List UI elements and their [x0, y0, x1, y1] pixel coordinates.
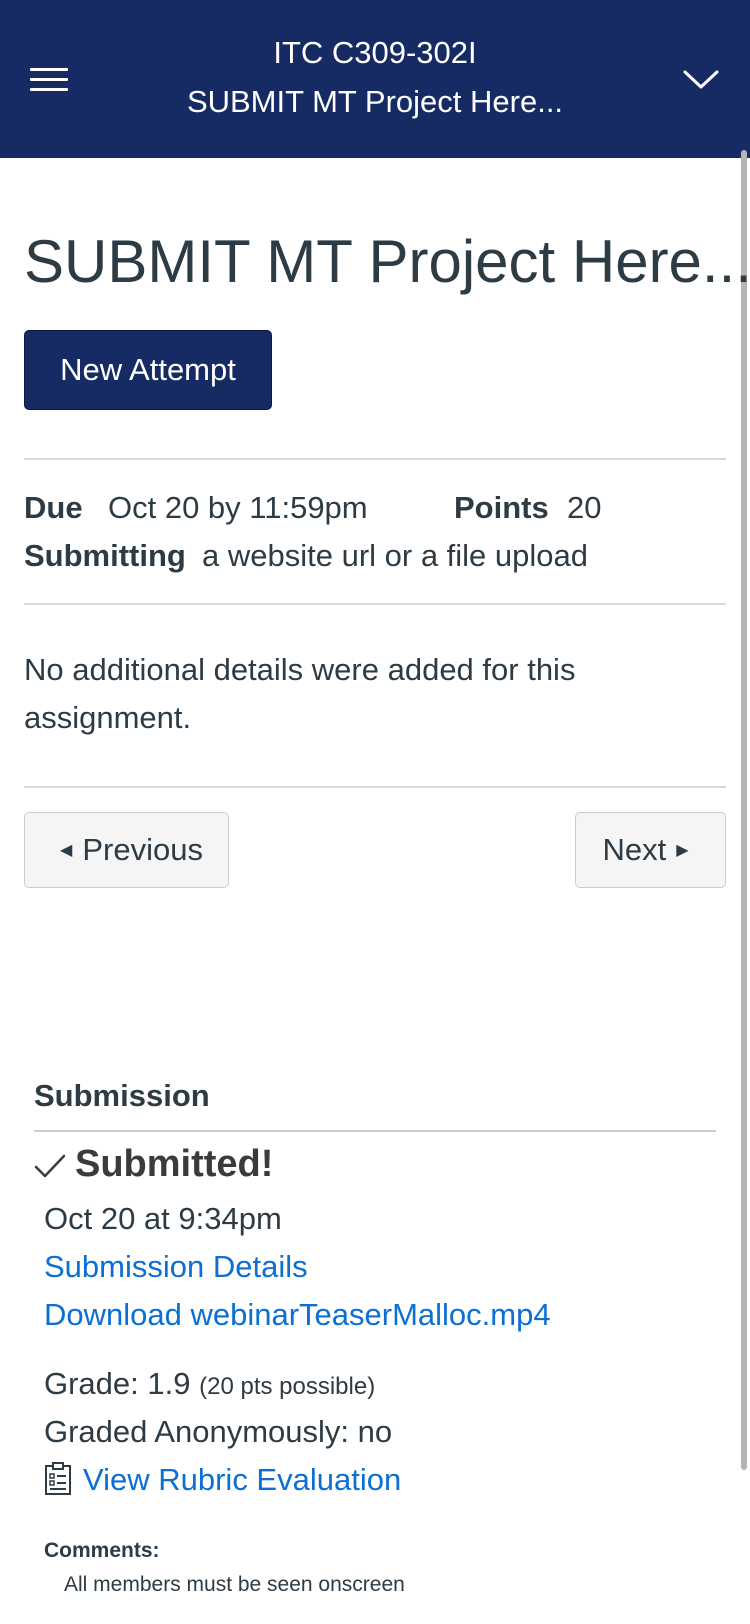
- previous-button[interactable]: ◀ Previous: [24, 812, 229, 888]
- view-rubric-link[interactable]: View Rubric Evaluation: [83, 1464, 401, 1495]
- next-button[interactable]: Next ▶: [575, 812, 726, 888]
- points-label: Points: [454, 490, 549, 525]
- previous-label: Previous: [82, 832, 203, 867]
- submission-status: Submitted!: [75, 1143, 274, 1185]
- submission-divider: [34, 1130, 716, 1132]
- submitting-label: Submitting: [24, 538, 186, 573]
- next-label: Next: [602, 832, 667, 867]
- grade-line: Grade: 1.9 (20 pts possible): [44, 1368, 375, 1399]
- checkmark-icon: [34, 1154, 66, 1178]
- clipboard-icon: [45, 1462, 71, 1495]
- scrollbar[interactable]: [741, 150, 747, 1470]
- header-assignment-title: SUBMIT MT Project Here...: [186, 84, 564, 119]
- submitting-value: a website url or a file upload: [202, 538, 589, 573]
- submitted-date: Oct 20 at 9:34pm: [44, 1201, 282, 1236]
- comment-text: All members must be seen onscreen: [64, 1573, 405, 1596]
- hamburger-icon[interactable]: [30, 66, 68, 94]
- divider: [24, 786, 726, 788]
- points-value: 20: [567, 490, 602, 525]
- submission-details-link[interactable]: Submission Details: [44, 1251, 308, 1282]
- download-file-link[interactable]: Download webinarTeaserMalloc.mp4: [44, 1299, 551, 1330]
- chevron-down-icon[interactable]: [682, 60, 720, 98]
- grade-possible: (20 pts possible): [199, 1373, 376, 1400]
- assignment-description: No additional details were added for thi…: [24, 652, 576, 735]
- due-label: Due: [24, 490, 83, 525]
- comments-label: Comments:: [44, 1539, 160, 1562]
- page: ITC C309-302I SUBMIT MT Project Here... …: [0, 0, 750, 1624]
- caret-left-icon: ◀: [60, 842, 73, 859]
- divider: [24, 458, 726, 460]
- due-value: Oct 20 by 11:59pm: [108, 490, 368, 525]
- submission-heading: Submission: [34, 1078, 210, 1113]
- new-attempt-button[interactable]: New Attempt: [24, 330, 272, 410]
- caret-right-icon: ▶: [676, 842, 689, 859]
- graded-anonymously: Graded Anonymously: no: [44, 1414, 393, 1449]
- header-course-title: ITC C309-302I: [273, 35, 477, 70]
- grade-value: Grade: 1.9: [44, 1366, 191, 1401]
- divider: [24, 603, 726, 605]
- top-header: ITC C309-302I SUBMIT MT Project Here...: [0, 0, 750, 158]
- page-title: SUBMIT MT Project Here...: [24, 228, 750, 295]
